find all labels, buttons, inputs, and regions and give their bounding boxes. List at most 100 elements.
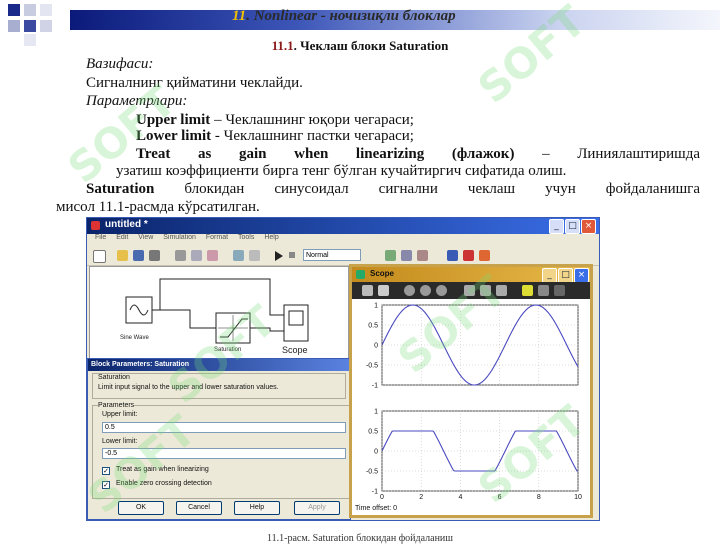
simulink-title: untitled *	[105, 219, 148, 230]
menu-edit[interactable]: Edit	[116, 234, 128, 241]
scope-block-label: Scope	[282, 345, 308, 355]
dialog-params-label: Parameters	[98, 402, 135, 409]
header-title: 11. Nonlinear - ночизиқли блоклар	[232, 8, 456, 24]
saturation-text-cont: мисол 11.1-расмда кўрсатилган.	[56, 199, 260, 215]
explorer-icon[interactable]	[417, 250, 428, 261]
stop-icon[interactable]	[289, 252, 295, 258]
bottom-y-tick-label: 0	[374, 449, 378, 456]
apply-button[interactable]: Apply	[294, 501, 340, 515]
paste-icon[interactable]	[207, 250, 218, 261]
top-y-tick-label: 0	[374, 343, 378, 350]
print-icon[interactable]	[149, 250, 160, 261]
x-tick-label: 8	[537, 494, 541, 501]
purpose-label: Вазифаси:	[86, 56, 154, 72]
bottom-y-tick-label: -0.5	[366, 469, 378, 476]
play-icon[interactable]	[275, 251, 283, 261]
top-y-tick-label: 1	[374, 303, 378, 310]
param-treat-gain-cont: узатиш коэффициенти бирга тенг бўлган ку…	[116, 163, 567, 179]
figure-caption: 11.1-расм. Saturation блокидан фойдалани…	[267, 533, 453, 544]
menu-simulation[interactable]: Simulation	[163, 234, 196, 241]
scope-maximize-button[interactable]: □	[558, 268, 573, 283]
param-treat-gain: Treat as gain when linearizing (флажок) …	[136, 146, 700, 162]
purpose-text: Сигналнинг қийматини чеклайди.	[86, 75, 303, 91]
dialog-title: Block Parameters: Saturation	[88, 359, 350, 371]
scope-title: Scope	[370, 269, 395, 278]
cut-icon[interactable]	[175, 250, 186, 261]
zoom-icon[interactable]	[404, 285, 415, 296]
treat-gain-checkbox[interactable]: ✓	[102, 467, 110, 475]
floating-scope-icon[interactable]	[522, 285, 533, 296]
zoom-y-icon[interactable]	[436, 285, 447, 296]
close-button[interactable]: ×	[581, 219, 596, 234]
menu-help[interactable]: Help	[264, 234, 278, 241]
bottom-y-tick-label: -1	[372, 489, 378, 496]
top-y-tick-label: -0.5	[366, 363, 378, 370]
scope-params-icon[interactable]	[378, 285, 389, 296]
maximize-button[interactable]: □	[565, 219, 580, 234]
new-icon[interactable]	[93, 250, 106, 263]
restore-axes-icon[interactable]	[496, 285, 507, 296]
save-axes-icon[interactable]	[480, 285, 491, 296]
undo-icon[interactable]	[233, 250, 244, 261]
menu-tools[interactable]: Tools	[238, 234, 254, 241]
zero-crossing-checkbox[interactable]: ✓	[102, 481, 110, 489]
ok-button[interactable]: OK	[118, 501, 164, 515]
minimize-button[interactable]: _	[549, 219, 564, 234]
sim-mode-select[interactable]: Normal	[303, 249, 361, 261]
profiler-icon[interactable]	[479, 250, 490, 261]
top-y-tick-label: -1	[372, 383, 378, 390]
model-browser-icon[interactable]	[447, 250, 458, 261]
debug-icon[interactable]	[463, 250, 474, 261]
save-icon[interactable]	[133, 250, 144, 261]
simulink-titlebar: untitled * _ □ ×	[87, 218, 599, 234]
scope-toolbar	[352, 282, 590, 299]
redo-icon[interactable]	[249, 250, 260, 261]
scope-window: Scope _ □ × 1 0.5 0 -0.5 -1 1 0.5 0 -0.5 -1 0 2 4 6 8 1…	[349, 264, 593, 518]
bottom-plot-frame	[381, 410, 579, 492]
zoom-x-icon[interactable]	[420, 285, 431, 296]
x-tick-label: 10	[574, 494, 582, 501]
param-upper: Upper limit – Чеклашнинг юқори чегараси;	[136, 112, 414, 128]
dialog-block-name: Saturation	[98, 374, 130, 381]
scope-app-icon	[356, 270, 365, 279]
help-button[interactable]: Help	[234, 501, 280, 515]
saturation-label: Saturation	[214, 347, 242, 353]
scope-close-button[interactable]: ×	[574, 268, 589, 283]
model-canvas[interactable]: Sine Wave Saturation Scope	[89, 266, 349, 362]
menu-view[interactable]: View	[138, 234, 153, 241]
upper-limit-input[interactable]: 0.5	[102, 422, 346, 433]
lock-axes-icon[interactable]	[538, 285, 549, 296]
library-icon[interactable]	[401, 250, 412, 261]
scope-titlebar: Scope _ □ ×	[352, 267, 590, 283]
menu-file[interactable]: File	[95, 234, 106, 241]
scope-chart: 10.50-0.5-110.50-0.5-10 2 4 6 8 10	[366, 303, 582, 502]
autoscale-icon[interactable]	[464, 285, 475, 296]
x-tick-label: 6	[498, 494, 502, 501]
copy-icon[interactable]	[191, 250, 202, 261]
lower-limit-label: Lower limit:	[102, 438, 138, 445]
bottom-y-tick-label: 1	[374, 409, 378, 416]
x-tick-label: 0	[380, 494, 384, 501]
menu-format[interactable]: Format	[206, 234, 228, 241]
signal-selector-icon[interactable]	[554, 285, 565, 296]
lower-limit-input[interactable]: -0.5	[102, 448, 346, 459]
sine-wave-label: Sine Wave	[120, 335, 149, 341]
saturation-text: Saturation блокидан синусоидал сигнални …	[86, 181, 700, 197]
open-icon[interactable]	[117, 250, 128, 261]
cancel-button[interactable]: Cancel	[176, 501, 222, 515]
top-plot-frame	[381, 304, 579, 386]
zero-crossing-label: Enable zero crossing detection	[116, 480, 212, 487]
simulink-menubar: File Edit View Simulation Format Tools H…	[87, 234, 599, 247]
bottom-y-tick-label: 0.5	[368, 429, 378, 436]
param-lower: Lower limit - Чеклашнинг пастки чегараси…	[136, 128, 414, 144]
upper-limit-label: Upper limit:	[102, 411, 138, 418]
scope-plot-area: 1 0.5 0 -0.5 -1 1 0.5 0 -0.5 -1 0 2 4 6 8 10 Time offse…	[352, 299, 590, 515]
params-label: Параметрлари:	[86, 93, 188, 109]
x-tick-label: 2	[419, 494, 423, 501]
dialog-description: Limit input signal to the upper and lowe…	[98, 384, 279, 391]
simulink-app-icon	[91, 221, 100, 230]
build-icon[interactable]	[385, 250, 396, 261]
section-title: 11.1. Чеклаш блоки Saturation	[271, 38, 449, 53]
scope-minimize-button[interactable]: _	[542, 268, 557, 283]
scope-print-icon[interactable]	[362, 285, 373, 296]
